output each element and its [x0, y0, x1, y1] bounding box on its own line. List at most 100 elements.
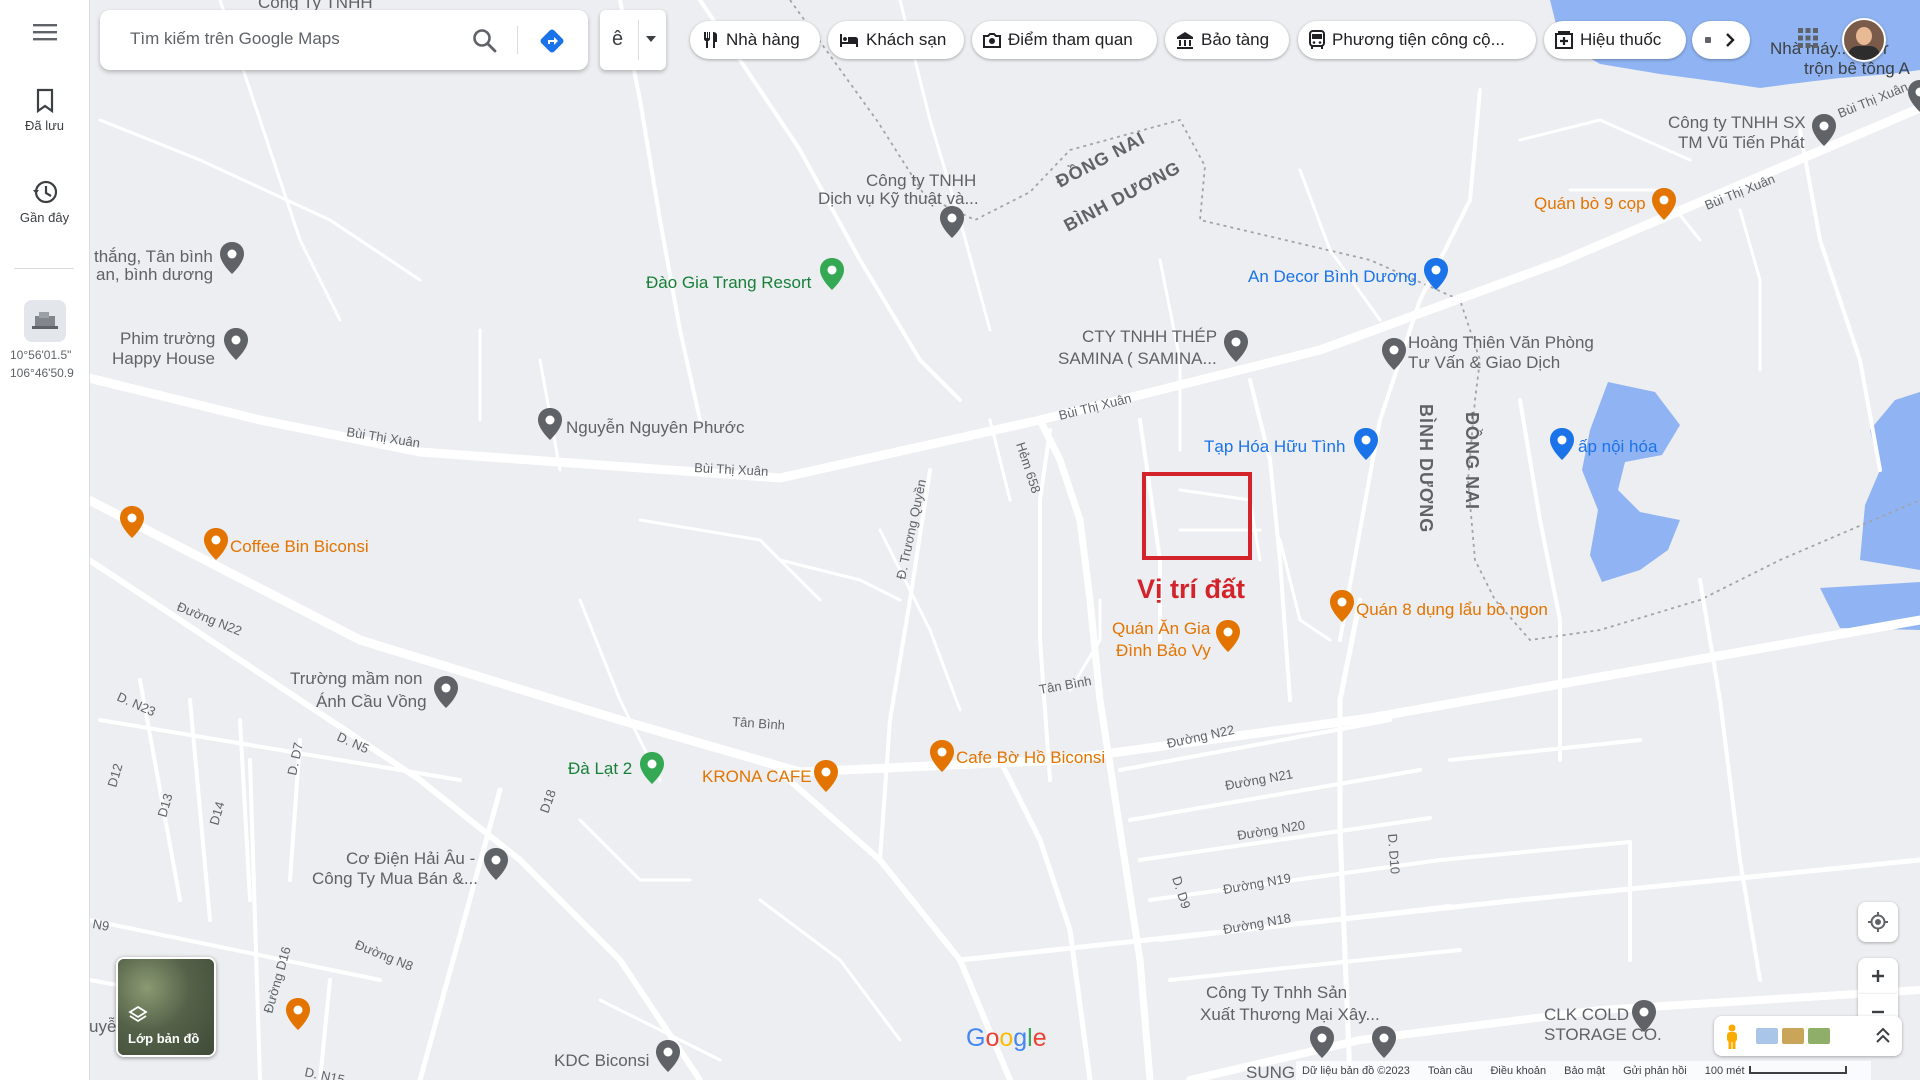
- place-label: an, bình dương: [96, 265, 213, 284]
- recent-location-thumbnail[interactable]: [24, 300, 66, 342]
- global-link[interactable]: Toàn cầu: [1428, 1065, 1473, 1077]
- imagery-thumbnail[interactable]: [1808, 1028, 1830, 1044]
- plus-icon: [1872, 970, 1884, 982]
- place-label: Dịch vụ Kỹ thuật và...: [818, 189, 979, 208]
- street-view-icon: [32, 312, 58, 329]
- expand-up-icon[interactable]: [1874, 1026, 1892, 1046]
- place-label: Cafe Bờ Hồ Biconsi: [956, 748, 1105, 767]
- privacy-link[interactable]: Bảo mật: [1564, 1065, 1605, 1077]
- imagery-thumbnail[interactable]: [1756, 1028, 1778, 1044]
- place-label: Phim trường: [120, 329, 215, 348]
- map-data-credit: Dữ liệu bản đồ ©2023: [1302, 1064, 1410, 1077]
- zoom-in-button[interactable]: [1858, 958, 1898, 994]
- property-location-label: Vị trí đất: [1137, 574, 1246, 604]
- place-label: KRONA CAFE: [702, 767, 812, 786]
- place-label: Coffee Bin Biconsi: [230, 537, 369, 556]
- chip-restaurants[interactable]: Nhà hàng: [690, 21, 820, 59]
- road-label: D. D10: [1385, 833, 1403, 874]
- province-label: BÌNH DƯƠNG: [1416, 404, 1437, 533]
- place-label: STORAGE CO.: [1544, 1025, 1662, 1044]
- chevron-down-icon: [646, 36, 656, 42]
- avatar[interactable]: [1842, 18, 1886, 62]
- camera-icon: [983, 33, 1001, 48]
- avatar-face: [1856, 27, 1872, 45]
- place-label: TM Vũ Tiến Phát: [1678, 133, 1805, 152]
- chip-label: Khách sạn: [866, 30, 947, 49]
- imagery-thumbnail[interactable]: [1782, 1028, 1804, 1044]
- chip-attractions[interactable]: Điểm tham quan: [972, 21, 1157, 59]
- hamburger-icon: [32, 24, 57, 41]
- place-label: Quán bò 9 cọp: [1534, 194, 1646, 213]
- chip-pharmacies[interactable]: Hiệu thuốc: [1544, 21, 1686, 59]
- history-icon: [32, 180, 57, 204]
- input-method-selector[interactable]: ê: [600, 10, 666, 70]
- recent-button[interactable]: Gần đây: [0, 178, 89, 225]
- chip-museums[interactable]: Bảo tàng: [1165, 21, 1289, 59]
- chevron-right-icon: [1726, 33, 1735, 47]
- place-label: KDC Biconsi: [554, 1051, 649, 1070]
- chips-scroll-next-button[interactable]: [1692, 21, 1750, 59]
- place-label: SAMINA ( SAMINA...: [1058, 349, 1217, 368]
- menu-button[interactable]: [0, 22, 89, 46]
- chip-label: Bảo tàng: [1201, 30, 1270, 49]
- place-label: thắng, Tân bình: [94, 247, 213, 266]
- place-label: Xuất Thương Mại Xây...: [1200, 1005, 1380, 1024]
- coordinate-longitude: 106°46'50.9: [10, 366, 74, 380]
- place-label: Đà Lạt 2: [568, 759, 632, 778]
- place-label: CLK COLD: [1544, 1005, 1629, 1024]
- input-method-divider: [638, 20, 639, 60]
- place-label: ấp nội hóa: [1578, 437, 1658, 456]
- place-label: Công Ty Tnhh Sản: [1206, 983, 1347, 1002]
- place-label: An Decor Bình Dương: [1248, 267, 1417, 286]
- crosshair-icon: [1868, 912, 1888, 932]
- property-location-box: [1142, 472, 1252, 560]
- terms-link[interactable]: Điều khoản: [1490, 1065, 1546, 1077]
- pharmacy-icon: [1555, 31, 1573, 49]
- scale-bar: [1748, 1065, 1847, 1074]
- pegman-icon[interactable]: [1724, 1024, 1740, 1050]
- place-label: Quán Ăn Gia: [1112, 619, 1211, 638]
- search-icon[interactable]: [472, 28, 498, 54]
- province-label: ĐỒNG NAI: [1462, 412, 1483, 510]
- chip-transit[interactable]: Phương tiện công cộ...: [1298, 21, 1536, 59]
- search-input[interactable]: [128, 28, 462, 50]
- imagery-toolbar: [1714, 1016, 1902, 1056]
- feedback-link[interactable]: Gửi phản hồi: [1623, 1065, 1687, 1077]
- search-box: [100, 10, 588, 70]
- bookmark-icon: [36, 88, 53, 114]
- saved-button[interactable]: Đã lưu: [0, 88, 89, 133]
- chip-label: Hiệu thuốc: [1580, 30, 1662, 49]
- saved-label: Đã lưu: [24, 118, 65, 133]
- place-label: Công ty TNHH: [866, 171, 976, 190]
- directions-icon[interactable]: [538, 27, 566, 55]
- place-label: Tư Vấn & Giao Dịch: [1408, 353, 1560, 372]
- map-footer: Dữ liệu bản đồ ©2023 Toàn cầu Điều khoản…: [1296, 1061, 1871, 1080]
- place-label: Tạp Hóa Hữu Tình: [1204, 437, 1345, 456]
- recent-label: Gần đây: [19, 210, 70, 225]
- chip-label: Điểm tham quan: [1008, 30, 1133, 49]
- layers-label: Lớp bản đồ: [128, 1031, 200, 1046]
- map-canvas[interactable]: ĐỒNG NAI BÌNH DƯƠNG BÌNH DƯƠNG ĐỒNG NAI …: [89, 0, 1920, 1080]
- restaurant-icon: [704, 32, 717, 48]
- transit-icon: [1309, 30, 1325, 49]
- my-location-button[interactable]: [1858, 902, 1898, 942]
- place-label: Công ty TNHH SX: [1668, 113, 1806, 132]
- chip-hotels[interactable]: Khách sạn: [828, 21, 964, 59]
- coordinate-latitude: 10°56'01.5": [10, 348, 72, 362]
- left-rail: Đã lưu Gần đây 10°56'01.5" 106°46'50.9: [0, 0, 90, 1080]
- chip-label: Nhà hàng: [726, 30, 800, 49]
- place-label: Quán 8 dụng lẩu bò ngon: [1356, 600, 1548, 619]
- place-label: Trường mầm non: [290, 669, 422, 688]
- place-label: SUNG: [1246, 1063, 1295, 1080]
- search-divider: [517, 26, 518, 54]
- scale-label[interactable]: 100 mét: [1705, 1065, 1847, 1077]
- place-label: Đình Bảo Vy: [1116, 641, 1211, 660]
- hotel-icon: [840, 34, 858, 47]
- place-label: Happy House: [112, 349, 215, 368]
- place-label: Hoàng Thiên Văn Phòng: [1408, 333, 1594, 352]
- place-label: Nguyễn Nguyên Phước: [566, 418, 745, 437]
- apps-grid-icon[interactable]: [1796, 26, 1820, 50]
- place-label: Cơ Điện Hải Âu -: [346, 849, 475, 868]
- google-logo: Google: [966, 1024, 1047, 1052]
- map-layers-button[interactable]: Lớp bản đồ: [116, 957, 216, 1057]
